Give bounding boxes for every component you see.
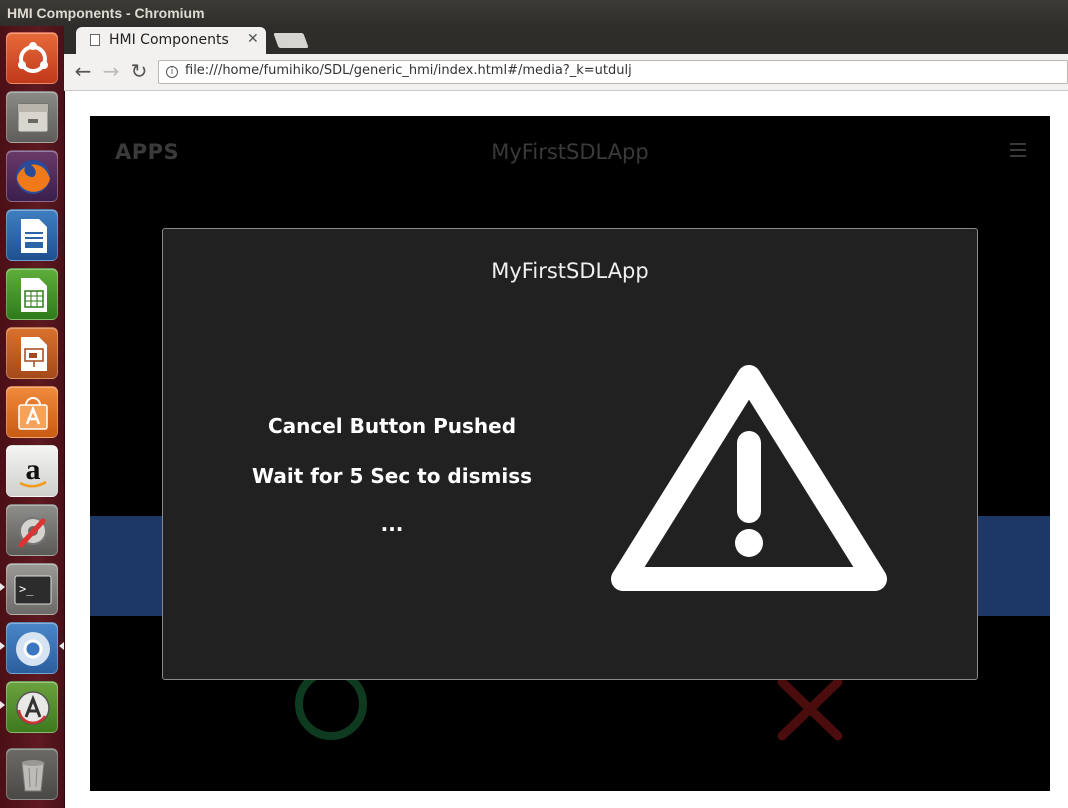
tab-close-icon[interactable]: ✕	[247, 31, 259, 47]
info-icon[interactable]: i	[166, 66, 178, 78]
firefox-icon[interactable]	[6, 150, 58, 202]
page-icon	[90, 34, 100, 46]
ok-circle-icon[interactable]	[294, 676, 368, 742]
tab-hmi-components[interactable]: HMI Components ✕	[76, 27, 266, 54]
libreoffice-impress-icon[interactable]	[6, 327, 58, 379]
warning-icon	[611, 365, 887, 591]
running-indicator	[0, 701, 5, 709]
alert-modal: MyFirstSDLApp Cancel Button Pushed Wait …	[162, 228, 978, 680]
menu-icon[interactable]	[1010, 143, 1026, 161]
new-tab-button[interactable]	[273, 33, 309, 48]
libreoffice-writer-icon[interactable]	[6, 209, 58, 261]
terminal-icon[interactable]: >_	[6, 563, 58, 615]
url-text[interactable]: file:///home/fumihiko/SDL/generic_hmi/in…	[185, 63, 632, 78]
address-bar[interactable]: i file:///home/fumihiko/SDL/generic_hmi/…	[158, 60, 1068, 84]
software-updater-icon[interactable]	[6, 681, 58, 733]
alert-line-1: Cancel Button Pushed	[267, 414, 517, 438]
app-title: MyFirstSDLApp	[491, 140, 649, 164]
running-indicator	[0, 642, 5, 650]
svg-text:a: a	[26, 453, 41, 486]
window-title: HMI Components - Chromium	[0, 0, 1068, 26]
system-settings-icon[interactable]	[6, 504, 58, 556]
focused-indicator	[59, 642, 64, 650]
trash-icon[interactable]	[6, 748, 58, 800]
software-center-icon[interactable]	[6, 386, 58, 438]
back-button[interactable]: ←	[71, 60, 95, 84]
alert-title: MyFirstSDLApp	[491, 259, 649, 283]
alert-line-2: Wait for 5 Sec to dismiss	[252, 464, 532, 488]
libreoffice-calc-icon[interactable]	[6, 268, 58, 320]
svg-text:>_: >_	[19, 582, 34, 596]
forward-button[interactable]: →	[99, 60, 123, 84]
ubuntu-dash-icon[interactable]	[6, 32, 58, 84]
tab-title: HMI Components	[109, 32, 229, 48]
chromium-icon[interactable]	[6, 622, 58, 674]
cancel-x-icon[interactable]	[774, 676, 854, 742]
reload-button[interactable]: ↻	[127, 60, 151, 84]
files-icon[interactable]	[6, 91, 58, 143]
amazon-icon[interactable]: a	[6, 445, 58, 497]
running-indicator	[0, 583, 5, 591]
alert-line-3: ...	[380, 512, 404, 536]
unity-launcher: a >_	[0, 26, 65, 808]
